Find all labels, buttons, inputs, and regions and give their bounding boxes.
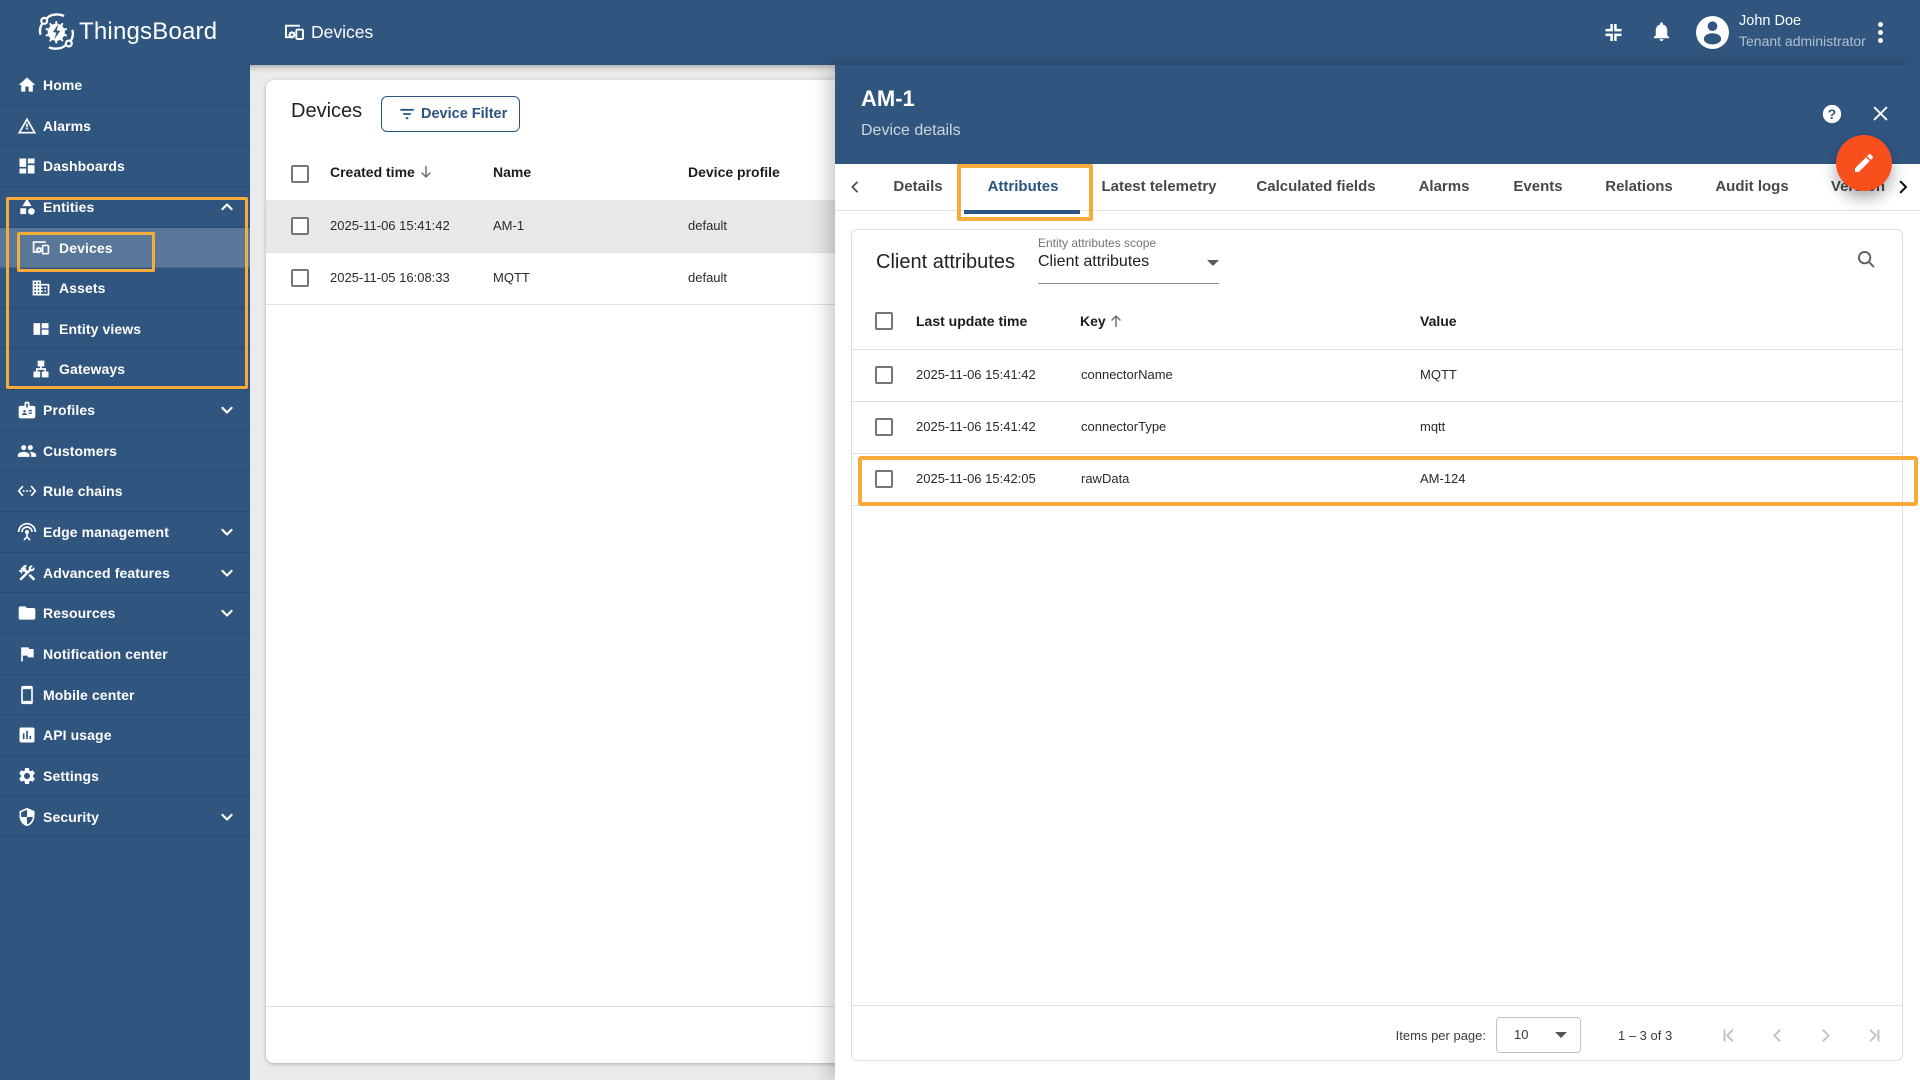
svg-text:?: ?	[1828, 107, 1837, 123]
